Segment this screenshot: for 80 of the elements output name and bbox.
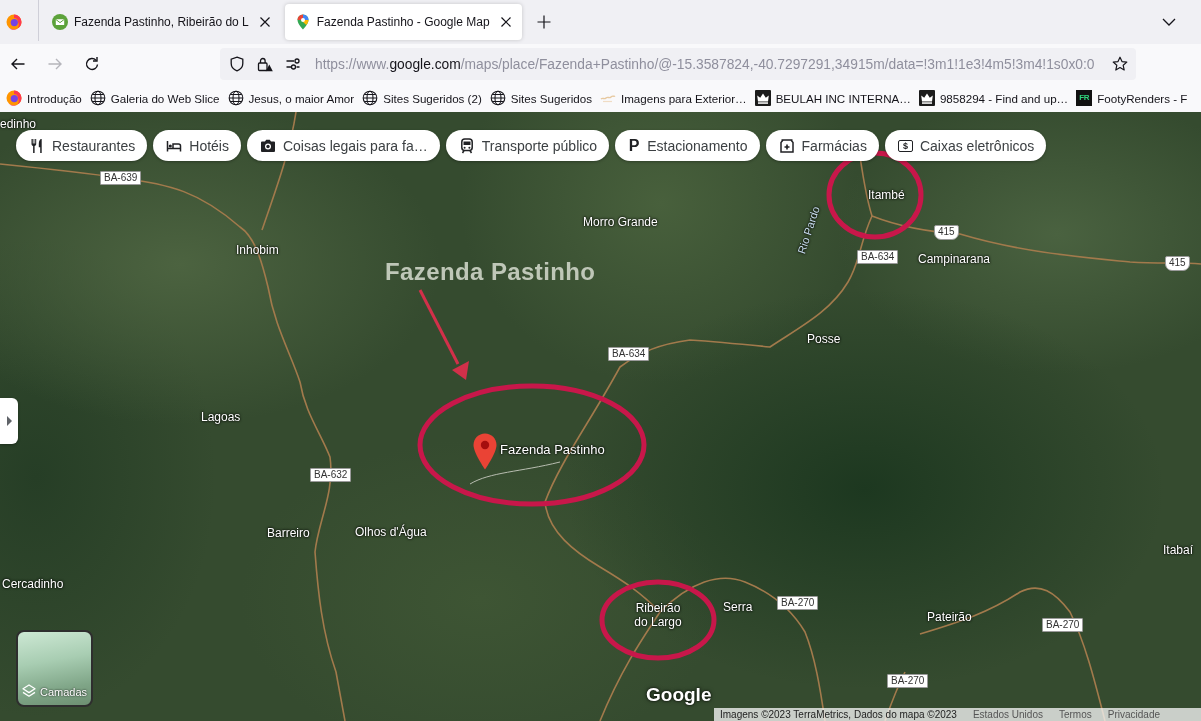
place-label: Inhobim xyxy=(236,243,279,257)
firefox-icon xyxy=(6,14,22,30)
road-number-sign: BA-270 xyxy=(887,674,929,688)
globe-icon xyxy=(362,90,379,106)
place-label: Barreiro xyxy=(267,526,310,540)
footer-link[interactable]: Termos xyxy=(1058,708,1092,721)
place-label: Serra xyxy=(723,600,753,614)
permissions-icon[interactable] xyxy=(285,56,301,72)
fork-knife-icon xyxy=(29,137,45,154)
footer-link[interactable]: Estados Unidos xyxy=(972,708,1043,721)
imagery-credit: Imagens ©2023 TerraMetrics, Dados do mapa ©2023 xyxy=(720,708,957,721)
footer-link[interactable]: Privacidade xyxy=(1107,708,1160,721)
place-label: Olhos d'Água xyxy=(355,525,427,539)
monogram-icon: FR xyxy=(1076,90,1093,106)
star-icon[interactable] xyxy=(1112,56,1128,72)
envelope-icon xyxy=(52,14,68,30)
category-chip[interactable]: Restaurantes xyxy=(16,130,148,161)
bookmark-item[interactable]: Imagens para Exterior… xyxy=(596,88,750,108)
road-number-sign: 415 xyxy=(1165,256,1190,271)
river-label: Rio Pardo xyxy=(794,204,823,256)
parking-icon: P xyxy=(628,137,641,154)
lock-warning-icon[interactable] xyxy=(257,56,273,72)
category-chip[interactable]: Farmácias xyxy=(765,130,879,161)
road-number-sign: BA-634 xyxy=(608,347,650,361)
bus-icon xyxy=(458,137,475,154)
globe-icon xyxy=(89,90,106,106)
back-arrow-icon xyxy=(10,56,26,72)
camera-icon xyxy=(259,137,276,154)
place-label: Campinarana xyxy=(918,252,991,266)
marker-label[interactable]: Fazenda Pastinho xyxy=(500,442,605,457)
url-text: https://www.google.com/maps/place/Fazenda+Pastinho/@-15.3587824,-40.7297291,34915m/data=!3m1!1e3!4m5!3m4!1s0x0:0 xyxy=(315,56,1096,72)
place-label: edinho xyxy=(0,117,37,131)
road-number-sign: BA-639 xyxy=(100,171,142,185)
dollar-icon: $ xyxy=(897,139,913,152)
category-chip[interactable]: P Estacionamento xyxy=(615,130,760,161)
address-field[interactable]: https://www.google.com/maps/place/Fazenda+Pastinho/@-15.3587824,-40.7297291,34915m/data=!3m1!1e3!4m5!3m4!1s0x0:0 xyxy=(220,48,1136,80)
road-number-sign: BA-634 xyxy=(857,250,899,264)
layers-icon xyxy=(21,684,36,698)
browser-tab[interactable]: Fazenda Pastinho - Google Map xyxy=(284,4,522,40)
firefox-icon xyxy=(6,90,22,106)
road-number-sign: 415 xyxy=(934,225,959,240)
forward-arrow-icon xyxy=(47,56,63,72)
road-number-sign: BA-270 xyxy=(1042,618,1084,632)
crown-icon xyxy=(918,90,935,106)
bookmark-item[interactable]: Jesus, o maior Amor xyxy=(224,88,358,108)
road-number-sign: BA-270 xyxy=(777,596,819,610)
bookmark-item[interactable]: Sites Sugeridos xyxy=(486,88,595,108)
bookmark-item[interactable]: Introdução xyxy=(3,88,85,108)
place-label: Posse xyxy=(807,332,841,346)
close-icon xyxy=(499,16,512,28)
place-label: Cercadinho xyxy=(2,577,64,591)
crown-icon xyxy=(754,90,771,106)
reload-icon xyxy=(84,56,100,72)
bookmark-item[interactable]: FR FootyRenders - F xyxy=(1073,88,1191,108)
category-chip[interactable]: $ Caixas eletrônicos xyxy=(884,130,1047,161)
road-number-sign: BA-632 xyxy=(310,468,352,482)
category-chip[interactable]: Coisas legais para fa… xyxy=(246,130,440,161)
place-label: Ribeirão do Largo xyxy=(633,601,683,629)
bookmark-item[interactable]: BEULAH INC INTERNA… xyxy=(751,88,914,108)
globe-icon xyxy=(489,90,506,106)
google-logo: Google xyxy=(646,684,712,706)
place-label: Pateirão xyxy=(927,610,972,624)
globe-icon xyxy=(227,90,244,106)
bookmark-item[interactable]: 9858294 - Find and up… xyxy=(915,88,1072,108)
place-label: Itabaí xyxy=(1163,543,1194,557)
category-chip[interactable]: Transporte público xyxy=(445,130,610,161)
bookmark-item[interactable]: Sites Sugeridos (2) xyxy=(359,88,485,108)
pharmacy-icon xyxy=(778,137,795,154)
place-label: Itambé xyxy=(868,188,905,202)
close-icon xyxy=(258,16,271,28)
browser-tab[interactable]: Fazenda Pastinho, Ribeirão do L xyxy=(42,4,281,40)
place-label: Lagoas xyxy=(201,410,241,424)
shield-icon[interactable] xyxy=(229,56,245,72)
caret-right-icon xyxy=(6,416,12,426)
side-panel-toggle[interactable] xyxy=(0,398,18,444)
bookmark-item[interactable]: Galeria do Web Slice xyxy=(86,88,223,108)
plus-icon xyxy=(536,15,551,29)
annotation-title: Fazenda Pastinho xyxy=(385,258,596,285)
place-label: Morro Grande xyxy=(583,215,658,229)
category-chip[interactable]: Hotéis xyxy=(153,130,241,161)
